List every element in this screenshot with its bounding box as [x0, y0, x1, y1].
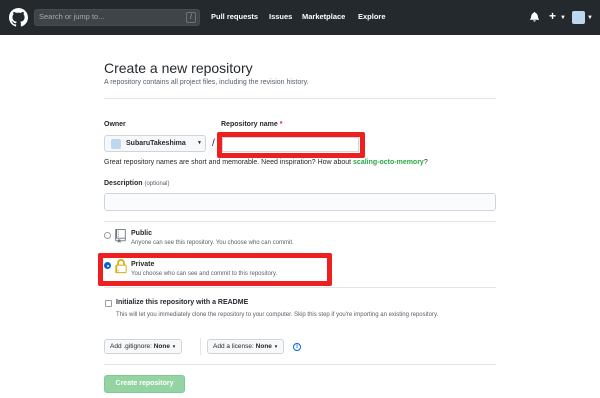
hint-text: Great repository names are short and mem…	[104, 159, 354, 166]
license-select[interactable]: Add a license: None ▼	[207, 339, 285, 354]
chevron-down-icon: ▼	[273, 344, 279, 349]
search-placeholder: Search or jump to...	[39, 12, 105, 21]
optional-tag: (optional)	[144, 181, 170, 187]
info-icon[interactable]: i	[293, 343, 301, 351]
search-input[interactable]: Search or jump to... /	[34, 9, 200, 26]
gitignore-select[interactable]: Add .gitignore: None ▼	[104, 339, 183, 354]
chevron-down-icon: ▼	[197, 140, 202, 146]
owner-label: Owner	[104, 121, 126, 128]
repo-name-hint: Great repository names are short and mem…	[104, 159, 428, 166]
description-label-text: Description	[104, 180, 143, 187]
repo-book-icon	[115, 229, 126, 243]
required-mark: *	[279, 121, 283, 128]
page-subtitle: A repository contains all project files,…	[104, 79, 309, 86]
gitignore-label: Add .gitignore:	[110, 343, 152, 350]
highlight-repo-name-box	[217, 132, 365, 158]
owner-select[interactable]: SubaruTakeshima ▼	[104, 135, 206, 152]
license-label: Add a license:	[213, 343, 254, 350]
owner-avatar	[111, 139, 121, 149]
public-desc: Anyone can see this repository. You choo…	[131, 240, 294, 246]
nav-pull-requests[interactable]: Pull requests	[211, 12, 258, 21]
public-radio[interactable]	[104, 232, 111, 239]
create-repository-button[interactable]: Create repository	[104, 375, 185, 393]
new-menu-plus-icon[interactable]: +	[549, 9, 556, 23]
license-value: None	[255, 343, 272, 350]
gitignore-value: None	[153, 343, 170, 350]
divider	[104, 364, 496, 365]
top-header: Search or jump to... / Pull requests Iss…	[0, 0, 600, 35]
notification-bell-icon[interactable]	[530, 11, 539, 22]
divider	[200, 338, 201, 355]
suggested-name-link[interactable]: scaling-octo-memory	[353, 159, 424, 166]
user-avatar[interactable]	[572, 11, 585, 24]
readme-title: Initialize this repository with a README	[116, 299, 249, 306]
search-shortcut-key: /	[186, 12, 196, 23]
page-title: Create a new repository	[104, 60, 253, 76]
github-logo-icon[interactable]	[9, 8, 28, 27]
description-label: Description (optional)	[104, 180, 169, 187]
highlight-private-option-box	[98, 253, 332, 286]
new-menu-caret-icon[interactable]: ▼	[560, 15, 566, 21]
divider	[104, 287, 496, 288]
description-input[interactable]	[104, 193, 496, 211]
nav-explore[interactable]: Explore	[358, 12, 386, 21]
nav-marketplace[interactable]: Marketplace	[302, 12, 345, 21]
divider	[104, 221, 496, 222]
owner-value: SubaruTakeshima	[126, 140, 186, 147]
chevron-down-icon: ▼	[171, 344, 177, 349]
owner-repo-separator: /	[212, 138, 215, 149]
divider	[104, 98, 496, 99]
public-title: Public	[131, 230, 153, 237]
repo-name-label: Repository name *	[221, 121, 282, 128]
readme-checkbox[interactable]	[105, 300, 112, 307]
repo-name-label-text: Repository name	[221, 121, 278, 128]
nav-issues[interactable]: Issues	[269, 12, 292, 21]
user-menu-caret-icon[interactable]: ▼	[587, 15, 593, 21]
hint-end: ?	[423, 159, 428, 166]
readme-desc: This will let you immediately clone the …	[116, 312, 439, 318]
